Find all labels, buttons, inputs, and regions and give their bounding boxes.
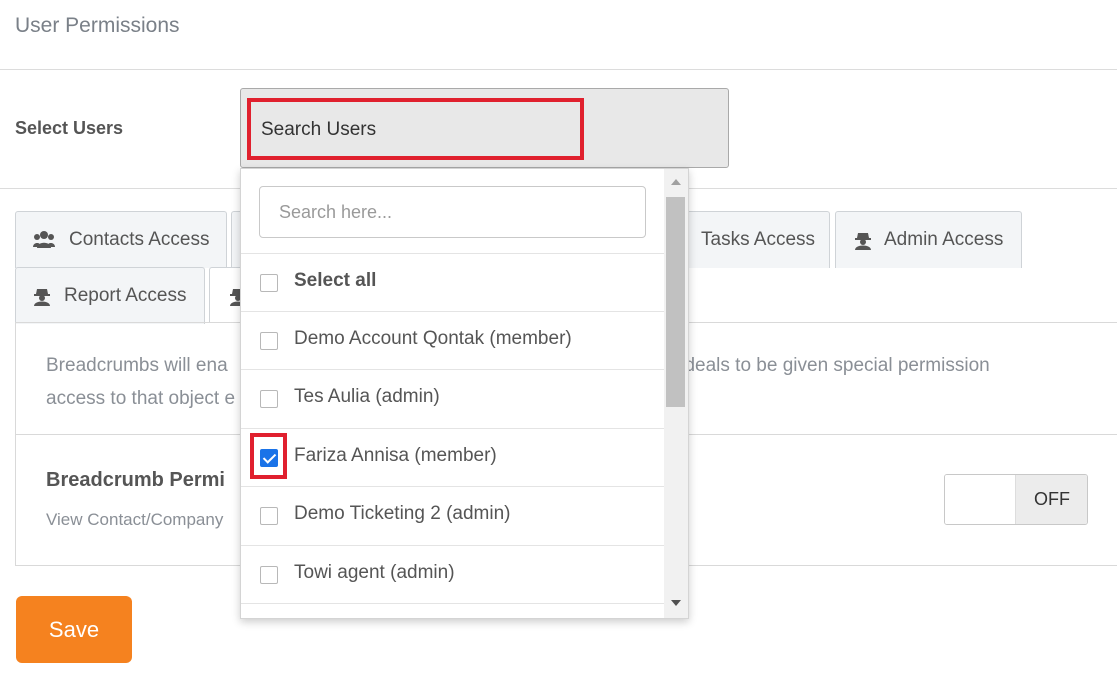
panel-description-right: d deals to be given special permission: [668, 355, 990, 376]
user-dropdown: Select all Demo Account Qontak (member) …: [240, 168, 689, 619]
scroll-down-arrow-icon[interactable]: [671, 600, 681, 606]
select-all-checkbox[interactable]: [260, 274, 278, 292]
tab-admin-access-label: Admin Access: [884, 229, 1004, 250]
permission-title: Breadcrumb Permi: [46, 469, 225, 491]
permission-toggle[interactable]: OFF: [944, 474, 1088, 525]
option-label: Demo Account Qontak (member): [294, 328, 572, 349]
option-checkbox[interactable]: [260, 332, 278, 350]
list-item[interactable]: Fariza Annisa (member): [241, 428, 664, 486]
page-title: User Permissions: [15, 14, 180, 37]
users-icon: [33, 231, 55, 248]
panel-description-left: Breadcrumbs will ena: [46, 355, 228, 376]
tab-admin-access[interactable]: Admin Access: [835, 211, 1022, 268]
agent-icon: [855, 233, 871, 250]
permission-subtitle: View Contact/Company: [46, 510, 224, 529]
agent-icon: [34, 289, 50, 306]
toggle-knob: [945, 475, 1016, 524]
tab-contacts-access[interactable]: Contacts Access: [15, 211, 227, 268]
list-item[interactable]: Demo Ticketing 2 (admin): [241, 486, 664, 544]
option-label: Fariza Annisa (member): [294, 445, 497, 466]
list-item[interactable]: Demo Account Qontak (member): [241, 311, 664, 369]
list-item[interactable]: [241, 603, 664, 618]
select-all-label: Select all: [294, 270, 377, 291]
dropdown-scrollbar[interactable]: [664, 169, 688, 618]
list-item[interactable]: Towi agent (admin): [241, 545, 664, 603]
tab-contacts-access-label: Contacts Access: [69, 229, 210, 250]
dropdown-search-input[interactable]: [259, 186, 646, 238]
list-item[interactable]: Tes Aulia (admin): [241, 369, 664, 427]
option-label: Demo Ticketing 2 (admin): [294, 503, 511, 524]
toggle-state-label: OFF: [1016, 475, 1087, 524]
select-all-item[interactable]: Select all: [241, 253, 664, 311]
tab-report-access[interactable]: Report Access: [15, 267, 205, 324]
tab-report-access-label: Report Access: [64, 285, 187, 306]
tab-tasks-access-label: Tasks Access: [701, 229, 816, 250]
option-checkbox[interactable]: [260, 507, 278, 525]
header-divider: [0, 69, 1117, 70]
option-checkbox[interactable]: [260, 390, 278, 408]
option-checkbox[interactable]: [260, 566, 278, 584]
panel-description-line2: access to that object e: [46, 388, 236, 409]
checkbox-highlight: [250, 433, 287, 479]
option-label: Towi agent (admin): [294, 562, 455, 583]
scroll-thumb[interactable]: [666, 197, 685, 407]
tab-tasks-access[interactable]: Tasks Access: [678, 211, 830, 268]
scroll-up-arrow-icon[interactable]: [671, 179, 681, 185]
search-users-highlight: [247, 98, 584, 160]
option-label: Tes Aulia (admin): [294, 386, 440, 407]
select-users-label: Select Users: [15, 118, 124, 138]
save-button[interactable]: Save: [16, 596, 132, 663]
